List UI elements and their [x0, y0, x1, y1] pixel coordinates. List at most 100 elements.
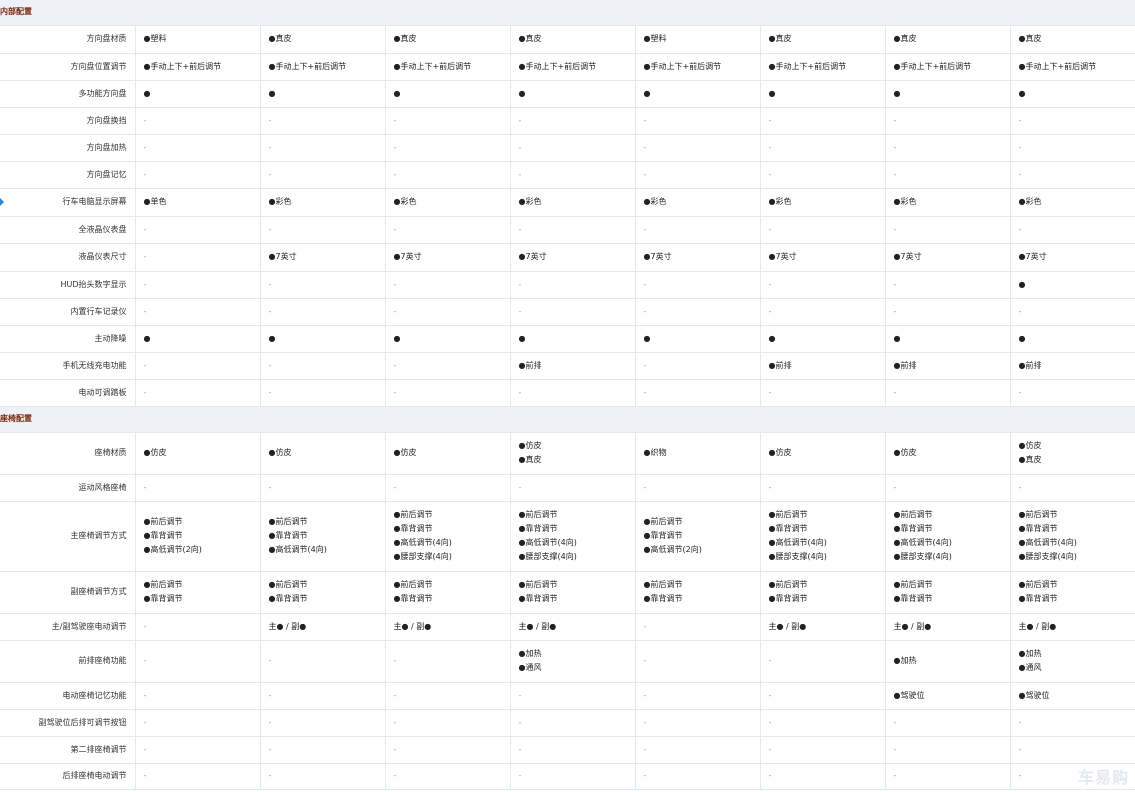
spec-value: -: [635, 682, 761, 710]
spec-value: ●仿皮 ●真皮: [1010, 432, 1135, 475]
spec-value-line: ●靠背调节: [518, 524, 558, 533]
spec-value: ●前后调节 ●靠背调节 ●高低调节(4向) ●腰部支撑(4向): [510, 501, 636, 572]
spec-value: -: [885, 216, 1011, 244]
not-available-dash: -: [1018, 224, 1022, 234]
spec-value: ●前后调节 ●靠背调节: [1010, 571, 1135, 614]
spec-row: HUD抬头数字显示 - - - - - - - ●: [0, 271, 1135, 299]
spec-value: -: [385, 134, 511, 162]
spec-value: -: [635, 352, 761, 380]
spec-value: -: [635, 161, 761, 189]
spec-value-line: ●: [268, 333, 276, 343]
not-available-dash: -: [143, 690, 147, 700]
not-available-dash: -: [643, 621, 647, 631]
not-available-dash: -: [143, 771, 147, 780]
spec-value: -: [635, 298, 761, 326]
not-available-dash: -: [768, 690, 772, 700]
spec-value-line: ●: [768, 88, 776, 98]
spec-label: 方向盘位置调节: [0, 53, 136, 81]
spec-row: 主座椅调节方式 ●前后调节 ●靠背调节 ●高低调节(2向) ●前后调节 ●靠背调节 ●高低调…: [0, 501, 1135, 572]
spec-value-line: ●: [893, 333, 901, 343]
spec-value: ●前后调节 ●靠背调节: [635, 571, 761, 614]
spec-value: -: [135, 736, 261, 764]
spec-value-line: ●驾驶位: [1018, 690, 1050, 700]
spec-value: -: [1010, 709, 1135, 737]
spec-row: 方向盘材质 ●塑料 ●真皮 ●真皮 ●真皮 ●塑料 ●真皮 ●真皮 ●真皮: [0, 25, 1135, 54]
spec-value: -: [135, 682, 261, 710]
not-available-dash: -: [768, 744, 772, 754]
spec-value-line: ●靠背调节: [1018, 594, 1058, 603]
not-available-dash: -: [143, 224, 147, 234]
not-available-dash: -: [643, 142, 647, 152]
spec-value-line: ●靠背调节: [893, 594, 933, 603]
spec-value: -: [885, 107, 1011, 135]
not-available-dash: -: [893, 387, 897, 397]
not-available-dash: -: [643, 360, 647, 370]
spec-label: 方向盘记忆: [0, 161, 136, 189]
spec-value-line: ●7英寸: [893, 252, 922, 261]
spec-row: 全液晶仪表盘 - - - - - - - -: [0, 216, 1135, 244]
spec-value-line: ●靠背调节: [643, 594, 683, 603]
not-available-dash: -: [643, 306, 647, 316]
spec-value-line: ●: [1018, 88, 1026, 98]
spec-value-line: ●腰部支撑(4向): [518, 552, 577, 561]
spec-value: -: [760, 134, 886, 162]
not-available-dash: -: [768, 771, 772, 780]
spec-value: ●彩色: [510, 188, 636, 217]
spec-value-line: ●前后调节: [893, 580, 933, 589]
spec-value-line: ●: [143, 333, 151, 343]
spec-value: -: [760, 271, 886, 299]
not-available-dash: -: [393, 224, 397, 234]
spec-value-line: ●彩色: [643, 197, 667, 206]
not-available-dash: -: [143, 142, 147, 152]
spec-value: -: [260, 379, 386, 407]
spec-value: ●驾驶位: [1010, 682, 1135, 710]
not-available-dash: -: [518, 142, 522, 152]
spec-value: -: [385, 216, 511, 244]
spec-value-line: ●仿皮: [1018, 441, 1042, 450]
not-available-dash: -: [1018, 387, 1022, 397]
section-header: 内部配置: [0, 0, 1135, 26]
spec-value: ●手动上下+前后调节: [885, 53, 1011, 81]
spec-value: -: [760, 474, 886, 502]
spec-value: ●仿皮: [260, 432, 386, 475]
spec-label: HUD抬头数字显示: [0, 271, 136, 299]
spec-value-line: ●: [143, 88, 151, 98]
spec-value: -: [885, 474, 1011, 502]
spec-value: ●加热 ●通风: [510, 640, 636, 683]
spec-value-line: ●腰部支撑(4向): [1018, 552, 1077, 561]
spec-value-line: ●手动上下+前后调节: [768, 61, 847, 71]
spec-label: 多功能方向盘: [0, 80, 136, 108]
watermark-logo: 车易购: [1077, 768, 1129, 787]
spec-row: 方向盘位置调节 ●手动上下+前后调节 ●手动上下+前后调节 ●手动上下+前后调节 ●手动…: [0, 53, 1135, 81]
spec-value: -: [510, 709, 636, 737]
spec-value-line: ●真皮: [268, 34, 292, 43]
spec-value: -: [1010, 161, 1135, 189]
spec-value: -: [510, 379, 636, 407]
spec-value-line: ●真皮: [768, 34, 792, 43]
spec-value: -: [1010, 736, 1135, 764]
spec-value-line: ●7英寸: [1018, 252, 1047, 261]
spec-value-line: ●前后调节: [393, 510, 433, 519]
spec-row: 主动降噪 ● ● ● ● ● ● ● ●: [0, 325, 1135, 353]
not-available-dash: -: [143, 360, 147, 370]
not-available-dash: -: [518, 224, 522, 234]
spec-value: ●手动上下+前后调节: [135, 53, 261, 81]
spec-value: 主● / 副●: [510, 613, 636, 641]
not-available-dash: -: [768, 142, 772, 152]
spec-value-line: ●7英寸: [518, 252, 547, 261]
spec-table: 内部配置 方向盘材质 ●塑料 ●真皮 ●真皮 ●真皮 ●塑料 ●真皮 ●真皮 ●真皮 方向盘位置调节…: [0, 0, 1135, 790]
not-available-dash: -: [893, 142, 897, 152]
spec-value-line: ●7英寸: [768, 252, 797, 261]
spec-value: ●: [1010, 325, 1135, 353]
not-available-dash: -: [893, 224, 897, 234]
spec-value: ●前排: [885, 352, 1011, 380]
spec-value: -: [135, 709, 261, 737]
spec-value: ●: [135, 80, 261, 108]
not-available-dash: -: [393, 482, 397, 492]
spec-value-line: ●: [268, 88, 276, 98]
spec-value: -: [385, 271, 511, 299]
spec-value-line: ●靠背调节: [518, 594, 558, 603]
spec-value-line: ●靠背调节: [768, 594, 808, 603]
spec-row: 方向盘加热 - - - - - - - -: [0, 134, 1135, 162]
not-available-dash: -: [643, 690, 647, 700]
